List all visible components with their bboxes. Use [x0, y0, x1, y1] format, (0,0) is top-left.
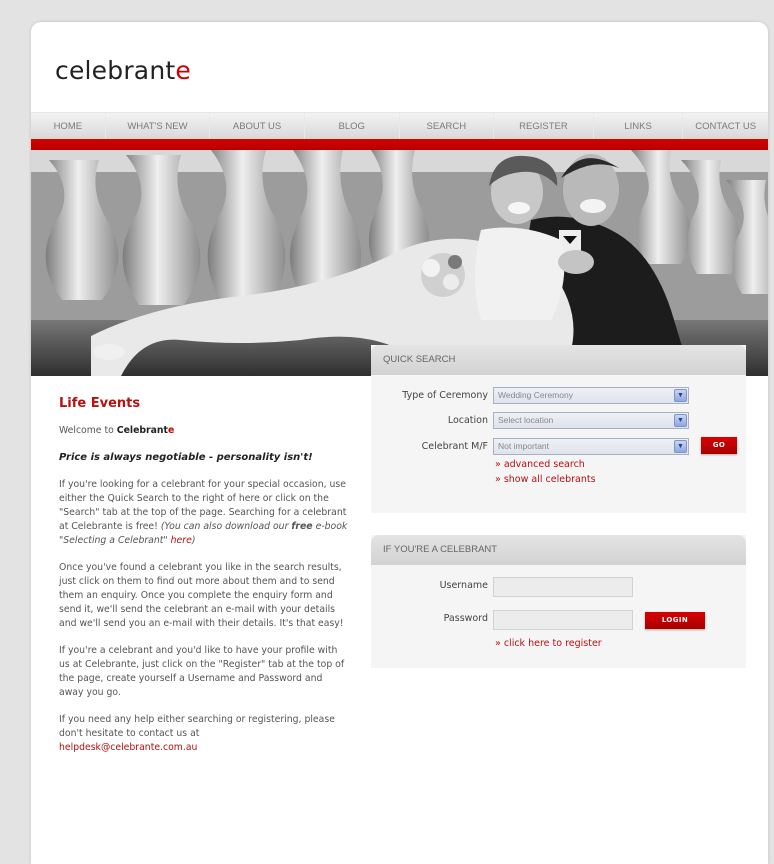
celebrant-gender-value: Not important	[498, 441, 550, 451]
logo-text: celebrant	[55, 56, 176, 85]
location-select[interactable]: Select location ▼	[493, 412, 689, 429]
helpdesk-email-link[interactable]: helpdesk@celebrante.com.au	[59, 742, 197, 753]
ceremony-type-value: Wedding Ceremony	[498, 390, 573, 400]
ceremony-type-label: Type of Ceremony	[402, 390, 488, 401]
search-instructions: Once you've found a celebrant you like i…	[59, 562, 344, 629]
welcome-text: Welcome to Celebrante	[59, 424, 349, 438]
ebook-here-link[interactable]: here	[171, 535, 192, 546]
intro-paragraph: If you're looking for a celebrant for yo…	[59, 478, 349, 548]
site-logo[interactable]: celebrante	[55, 56, 191, 85]
nav-links[interactable]: LINKS	[594, 113, 684, 139]
ebook-note-c: )	[191, 535, 196, 546]
content-heading: Life Events	[59, 396, 141, 411]
celebrant-gender-label: Celebrant M/F	[421, 441, 488, 452]
nav-about-us[interactable]: ABOUT US	[210, 113, 305, 139]
nav-search[interactable]: SEARCH	[400, 113, 495, 139]
chevron-down-icon[interactable]: ▼	[674, 389, 687, 402]
password-input[interactable]	[493, 610, 633, 630]
quick-search-panel: QUICK SEARCH Type of Ceremony Wedding Ce…	[371, 345, 746, 513]
quick-search-title: QUICK SEARCH	[371, 345, 746, 375]
go-button[interactable]: GO	[701, 437, 737, 454]
celebrant-register-info: If you're a celebrant and you'd like to …	[59, 645, 345, 698]
ebook-free: free	[291, 521, 313, 532]
ebook-note-a: (You can also download our	[160, 521, 292, 532]
main-nav: HOME WHAT'S NEW ABOUT US BLOG SEARCH REG…	[31, 112, 768, 139]
hero-illustration	[31, 150, 768, 376]
chevron-down-icon[interactable]: ▼	[674, 414, 687, 427]
nav-register[interactable]: REGISTER	[494, 113, 594, 139]
red-divider-bar	[31, 139, 768, 150]
nav-home[interactable]: HOME	[31, 113, 106, 139]
logo-accent: e	[175, 56, 191, 85]
register-link[interactable]: » click here to register	[495, 638, 602, 649]
location-label: Location	[447, 415, 488, 426]
celebrant-login-panel: IF YOU'RE A CELEBRANT Username Password …	[371, 535, 746, 668]
welcome-brand: Celebrante	[117, 425, 175, 436]
username-label: Username	[439, 580, 488, 591]
page-container: celebrante HOME WHAT'S NEW ABOUT US BLOG…	[31, 22, 768, 864]
tagline: Price is always negotiable - personality…	[59, 452, 313, 463]
main-content: Life Events Welcome to Celebrante Price …	[59, 397, 349, 768]
password-row: Password LOGIN	[371, 610, 746, 630]
help-paragraph: If you need any help either searching or…	[59, 713, 349, 755]
nav-contact-us[interactable]: CONTACT US	[683, 113, 768, 139]
location-row: Location Select location ▼	[371, 412, 746, 432]
show-all-celebrants-link[interactable]: » show all celebrants	[495, 474, 596, 485]
ceremony-type-select[interactable]: Wedding Ceremony ▼	[493, 387, 689, 404]
advanced-search-link[interactable]: » advanced search	[495, 459, 585, 470]
welcome-brand-main: Celebrant	[116, 425, 168, 436]
chevron-down-icon[interactable]: ▼	[674, 440, 687, 453]
welcome-brand-accent: e	[167, 425, 175, 436]
password-label: Password	[443, 613, 488, 624]
celebrant-gender-select[interactable]: Not important ▼	[493, 438, 689, 455]
login-button[interactable]: LOGIN	[645, 612, 705, 629]
username-row: Username	[371, 577, 746, 597]
ceremony-type-row: Type of Ceremony Wedding Ceremony ▼	[371, 387, 746, 407]
celebrant-login-title: IF YOU'RE A CELEBRANT	[371, 535, 746, 565]
help-text: If you need any help either searching or…	[59, 714, 335, 739]
username-input[interactable]	[493, 577, 633, 597]
nav-blog[interactable]: BLOG	[305, 113, 400, 139]
hero-photo-wedding-couple	[31, 150, 768, 376]
nav-whats-new[interactable]: WHAT'S NEW	[106, 113, 211, 139]
celebrant-gender-row: Celebrant M/F Not important ▼ GO	[371, 437, 746, 458]
welcome-prefix: Welcome to	[59, 425, 117, 436]
location-value: Select location	[498, 415, 554, 425]
